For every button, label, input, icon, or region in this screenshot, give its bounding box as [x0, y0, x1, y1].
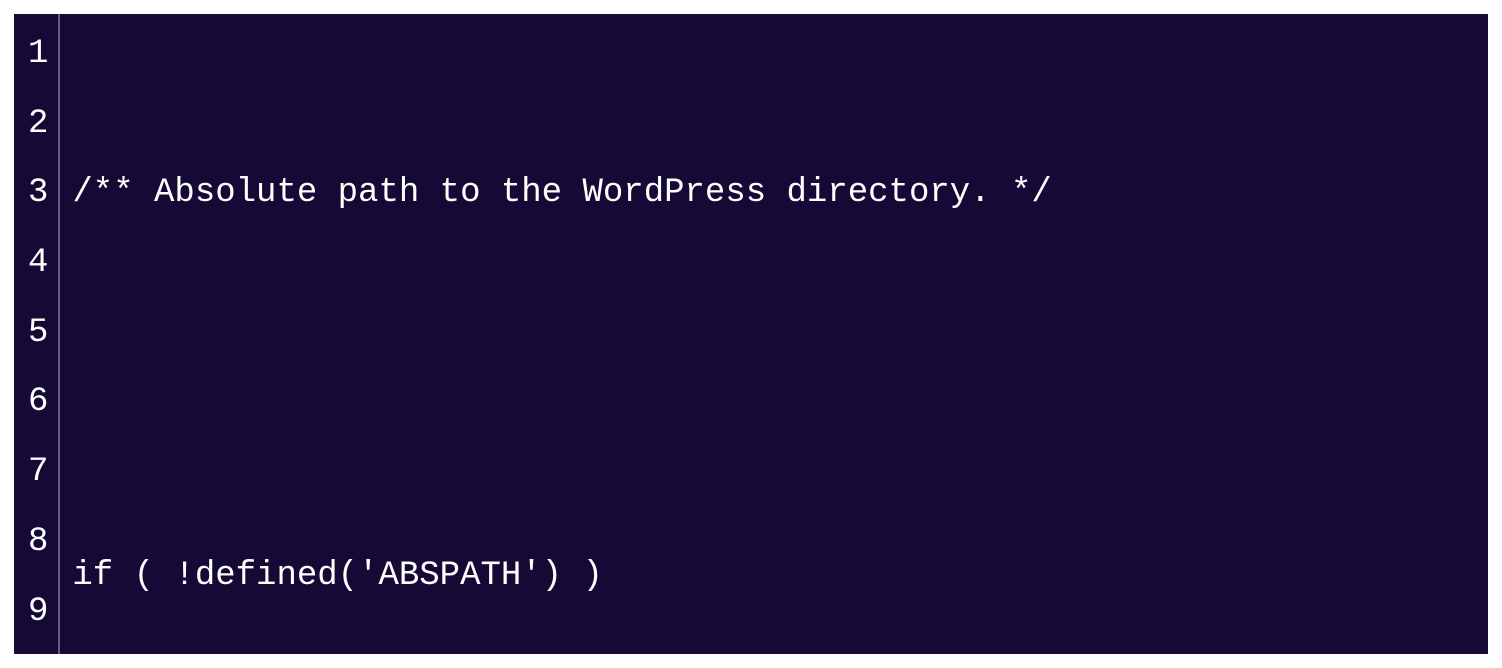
code-editor[interactable]: 1 2 3 4 5 6 7 8 9 /** Absolute path to t… — [14, 14, 1488, 654]
code-area[interactable]: /** Absolute path to the WordPress direc… — [60, 14, 1488, 654]
line-number: 1 — [28, 20, 48, 90]
line-number: 7 — [28, 438, 48, 508]
line-number: 8 — [28, 508, 48, 578]
code-line[interactable] — [72, 368, 1488, 402]
code-line[interactable]: if ( !defined('ABSPATH') ) — [72, 542, 1488, 612]
line-number: 3 — [28, 159, 48, 229]
line-number: 9 — [28, 578, 48, 648]
line-number-gutter: 1 2 3 4 5 6 7 8 9 — [14, 14, 60, 654]
line-number: 5 — [28, 299, 48, 369]
line-number: 4 — [28, 229, 48, 299]
line-number: 6 — [28, 368, 48, 438]
line-number: 2 — [28, 90, 48, 160]
code-line[interactable]: /** Absolute path to the WordPress direc… — [72, 159, 1488, 229]
